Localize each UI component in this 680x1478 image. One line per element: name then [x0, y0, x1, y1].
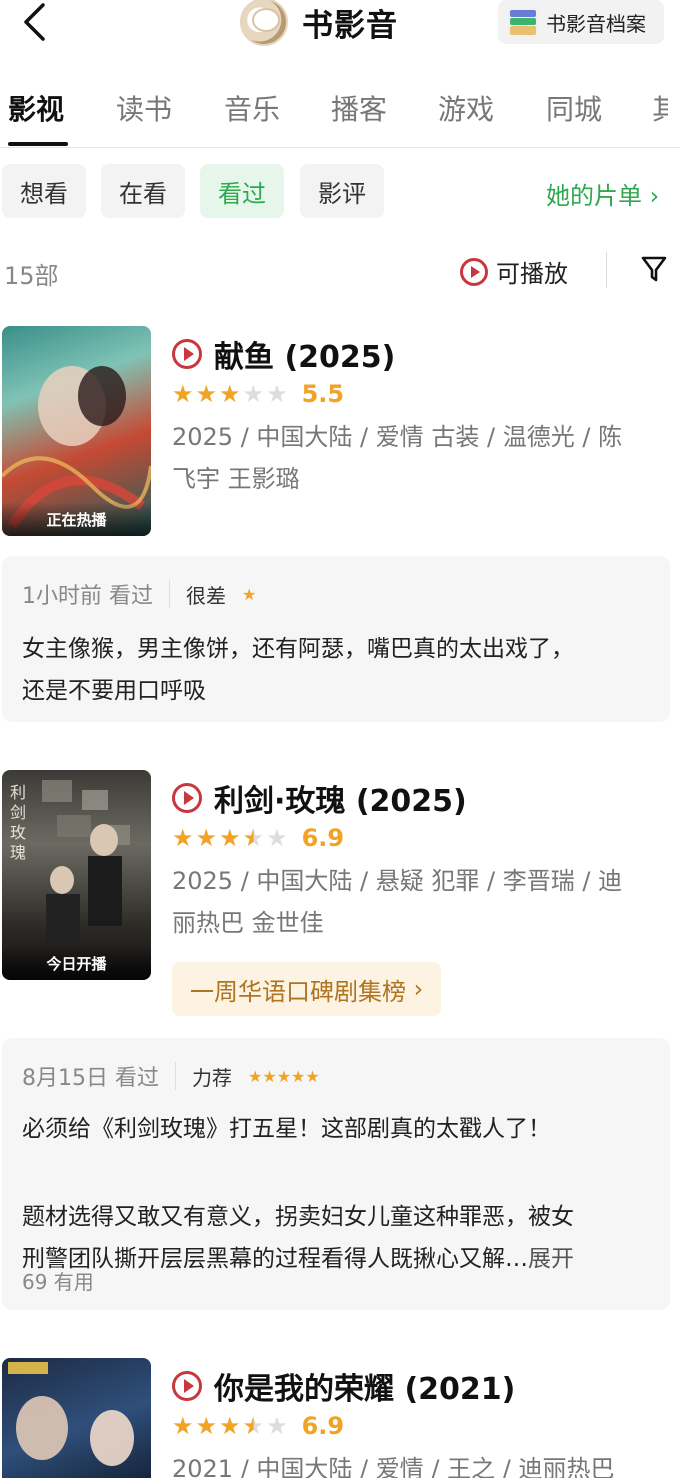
star-icon: ★★★★★: [248, 1066, 320, 1086]
star-icon: ★: [242, 584, 257, 604]
meta-line: 丽热巴 金世佳: [172, 909, 324, 937]
score: 5.5: [301, 380, 345, 408]
category-tabs: 影视 读书 音乐 播客 游戏 同城 其: [0, 80, 680, 148]
movie-rating: ★ ★ ★ ★ ★ 6.9: [172, 1412, 344, 1440]
play-icon: [172, 783, 202, 813]
comment-line: 题材选得又敢又有意义，拐卖妇女儿童这种罪恶，被女: [22, 1204, 574, 1230]
comment-text: 女主像猴，男主像饼，还有阿瑟，嘴巴真的太出戏了， 还是不要用口呼吸: [22, 628, 652, 712]
svg-text:瑰: 瑰: [10, 843, 26, 862]
ranking-button[interactable]: 一周华语口碑剧集榜 ›: [172, 962, 442, 1016]
tab-books[interactable]: 读书: [116, 88, 172, 128]
comment-level: 很差: [186, 583, 226, 608]
star-rating-icon: ★ ★ ★ ★ ★: [172, 824, 288, 852]
comment-card[interactable]: 1小时前 看过 很差 ★ 女主像猴，男主像饼，还有阿瑟，嘴巴真的太出戏了， 还是…: [2, 556, 670, 722]
meta-line: 2025 / 中国大陆 / 悬疑 犯罪 / 李晋瑞 / 迪: [172, 867, 623, 895]
comment-line: 刑警团队撕开层层黑幕的过程看得人既揪心又解…展开: [22, 1246, 574, 1272]
playable-label: 可播放: [496, 260, 568, 288]
movie-meta: 2025 / 中国大陆 / 悬疑 犯罪 / 李晋瑞 / 迪 丽热巴 金世佳: [172, 860, 662, 944]
archive-button[interactable]: 书影音档案: [498, 0, 664, 44]
result-count: 15部: [4, 262, 59, 290]
movie-title-text: 献鱼 (2025): [214, 340, 396, 375]
title-group: 书影音: [240, 0, 398, 46]
meta-line: 飞宇 王影璐: [172, 465, 300, 493]
avatar[interactable]: [240, 0, 288, 46]
top-bar: 书影音 书影音档案: [0, 0, 680, 50]
svg-text:剑: 剑: [10, 803, 26, 822]
tab-podcasts[interactable]: 播客: [331, 88, 387, 128]
poster-image[interactable]: 正在热播: [2, 326, 151, 536]
movie-title[interactable]: 你是我的荣耀 (2021): [172, 1364, 515, 1408]
play-icon: [172, 1371, 202, 1401]
poster-image[interactable]: [2, 1358, 151, 1478]
back-button[interactable]: [14, 0, 54, 44]
tab-music[interactable]: 音乐: [224, 88, 280, 128]
comment-time: 1小时前 看过: [22, 584, 153, 609]
archive-label: 书影音档案: [546, 11, 646, 36]
chevron-right-icon: ›: [642, 182, 660, 210]
tab-movies[interactable]: 影视: [8, 88, 64, 128]
movie-title[interactable]: 利剑·玫瑰 (2025): [172, 776, 467, 820]
comment-card[interactable]: 8月15日 看过 力荐 ★★★★★ 必须给《利剑玫瑰》打五星！这部剧真的太戳人了…: [2, 1038, 670, 1310]
tab-local[interactable]: 同城: [546, 88, 602, 128]
play-icon: [172, 339, 202, 369]
meta-line: 2025 / 中国大陆 / 爱情 古装 / 温德光 / 陈: [172, 423, 623, 451]
comment-header: 1小时前 看过 很差 ★: [22, 578, 256, 610]
svg-text:玫: 玫: [10, 823, 26, 842]
movie-rating: ★ ★ ★ ★ ★ 5.5: [172, 380, 344, 408]
score: 6.9: [301, 1412, 345, 1440]
comment-text: 必须给《利剑玫瑰》打五星！这部剧真的太戳人了！: [22, 1108, 652, 1150]
chevron-right-icon: ›: [406, 975, 424, 1003]
movie-meta: 2025 / 中国大陆 / 爱情 古装 / 温德光 / 陈 飞宇 王影璐: [172, 416, 662, 500]
comment-level: 力荐: [192, 1065, 232, 1090]
comment-time: 8月15日 看过: [22, 1066, 159, 1091]
comment-line: 必须给《利剑玫瑰》打五星！这部剧真的太戳人了！: [22, 1116, 551, 1142]
her-list-label: 她的片单: [546, 182, 642, 210]
chip-reviews[interactable]: 影评: [300, 164, 384, 218]
movie-title-text: 利剑·玫瑰 (2025): [214, 784, 467, 819]
archive-icon: [508, 7, 538, 37]
ranking-label: 一周华语口碑剧集榜: [190, 977, 406, 1006]
playable-filter[interactable]: 可播放: [460, 254, 568, 289]
expand-link[interactable]: 展开: [528, 1246, 574, 1272]
play-icon: [460, 257, 488, 286]
chip-watching[interactable]: 在看: [101, 164, 185, 218]
score: 6.9: [301, 824, 345, 852]
poster-caption: 今日开播: [2, 946, 151, 980]
her-list-link[interactable]: 她的片单 ›: [546, 176, 659, 211]
chip-watched[interactable]: 看过: [200, 164, 284, 218]
star-rating-icon: ★ ★ ★ ★ ★: [172, 1412, 288, 1440]
chevron-left-icon: [24, 3, 45, 41]
movie-title[interactable]: 献鱼 (2025): [172, 332, 395, 376]
comment-line: 女主像猴，男主像饼，还有阿瑟，嘴巴真的太出戏了，: [22, 636, 574, 662]
poster-art: [8, 1362, 134, 1466]
movie-rating: ★ ★ ★ ★ ★ 6.9: [172, 824, 344, 852]
poster-caption: 正在热播: [2, 502, 151, 536]
movie-meta: 2021 / 中国大陆 / 爱情 / 王之 / 迪丽热巴: [172, 1448, 662, 1478]
svg-text:利: 利: [10, 783, 26, 802]
comment-header: 8月15日 看过 力荐 ★★★★★: [22, 1060, 320, 1092]
comment-line: 还是不要用口呼吸: [22, 678, 206, 704]
divider: [606, 252, 607, 288]
tab-more[interactable]: 其: [652, 88, 668, 128]
movie-title-text: 你是我的荣耀 (2021): [214, 1372, 516, 1407]
meta-line: 2021 / 中国大陆 / 爱情 / 王之 / 迪丽热巴: [172, 1455, 615, 1478]
page-title: 书影音: [302, 7, 398, 44]
tab-games[interactable]: 游戏: [438, 88, 494, 128]
useful-count[interactable]: 69 有用: [22, 1266, 94, 1295]
poster-image[interactable]: 利 剑 玫 瑰 今日开播: [2, 770, 151, 980]
active-tab-indicator: [8, 142, 68, 146]
star-rating-icon: ★ ★ ★ ★ ★: [172, 380, 288, 408]
filter-icon[interactable]: [640, 254, 668, 284]
comment-text: 题材选得又敢又有意义，拐卖妇女儿童这种罪恶，被女 刑警团队撕开层层黑幕的过程看得…: [22, 1196, 652, 1280]
chip-want[interactable]: 想看: [2, 164, 86, 218]
